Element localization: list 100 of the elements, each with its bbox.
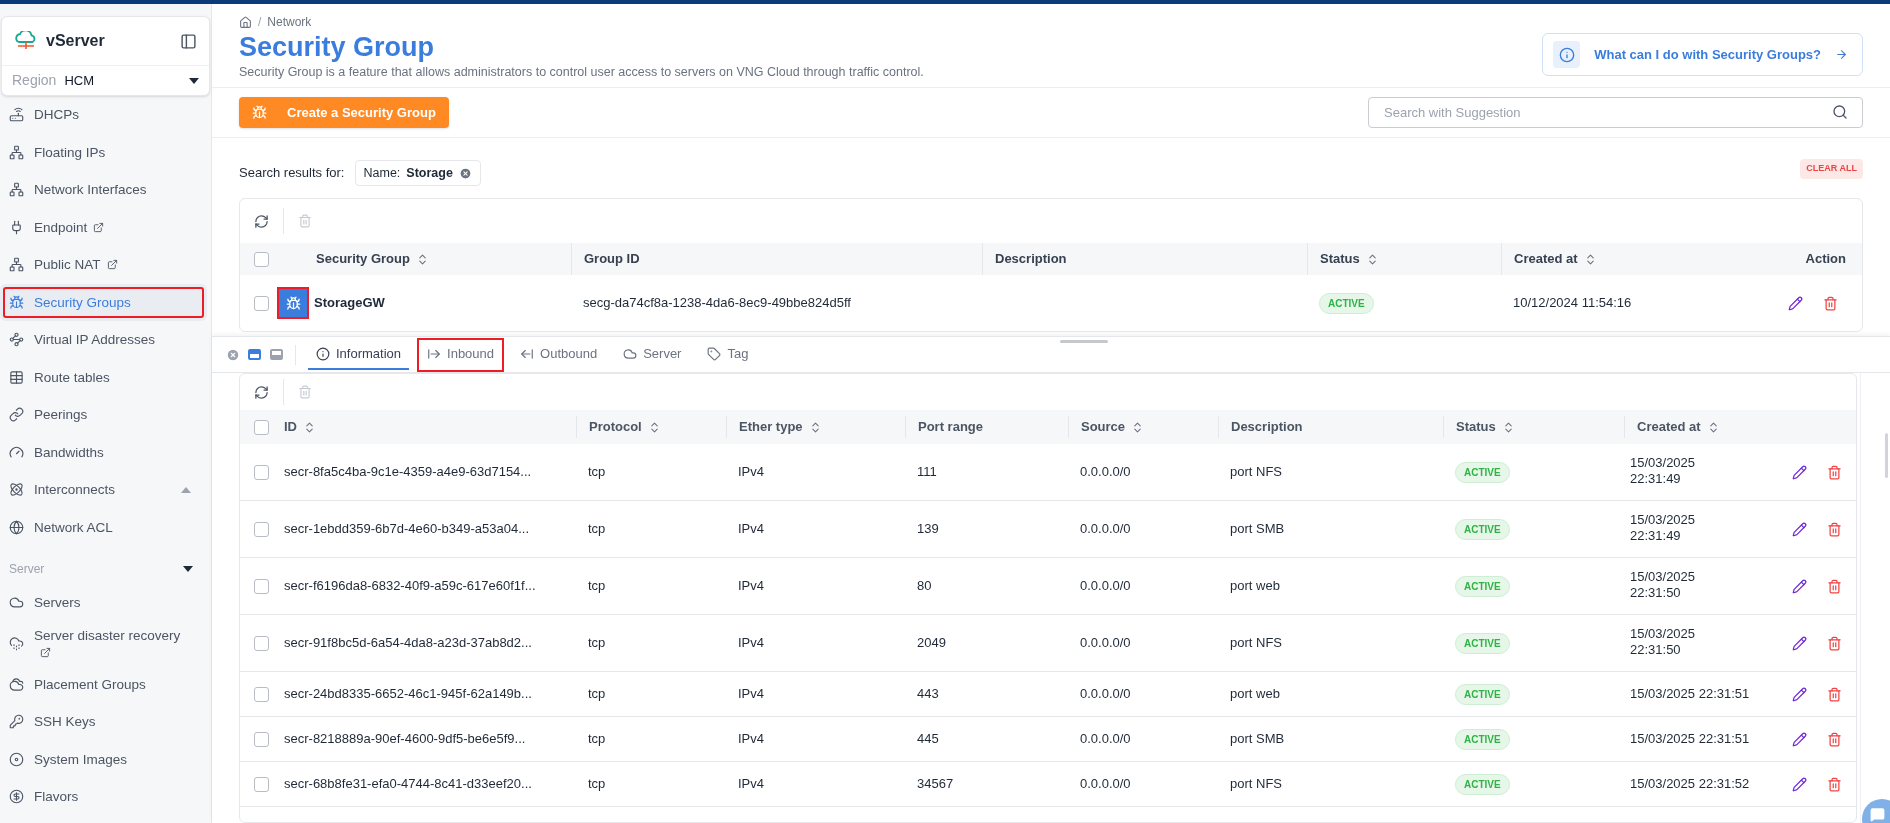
sidebar-item[interactable]: DHCPs <box>0 96 207 134</box>
breadcrumb-link[interactable]: Network <box>267 13 312 31</box>
edit-icon[interactable] <box>1792 686 1807 702</box>
table-cell: 0.0.0.0/0 <box>1080 578 1131 594</box>
sidebar-item[interactable]: Bandwidths <box>0 433 207 471</box>
checkbox[interactable] <box>254 251 269 267</box>
delete-icon[interactable] <box>1827 635 1842 651</box>
checkbox[interactable] <box>254 521 269 537</box>
sidebar-item[interactable]: Placement Groups <box>0 665 207 703</box>
delete-icon[interactable] <box>1827 578 1842 594</box>
sidebar-item[interactable]: Interconnects <box>0 471 207 509</box>
column-header[interactable]: Status <box>1456 417 1515 437</box>
edit-icon[interactable] <box>1792 464 1807 480</box>
tab[interactable]: Server <box>615 339 690 370</box>
column-header[interactable]: Source <box>1081 417 1145 437</box>
checkbox[interactable] <box>254 731 269 747</box>
tab[interactable]: Information <box>308 339 410 370</box>
status-badge: ACTIVE <box>1455 683 1510 705</box>
edit-icon[interactable] <box>1792 521 1807 537</box>
edit-icon[interactable] <box>1792 578 1807 594</box>
sidebar-item[interactable]: Servers <box>0 584 207 622</box>
sidebar-item[interactable]: Flavors <box>0 778 207 816</box>
globe-icon <box>9 519 24 535</box>
column-header[interactable]: Ether type <box>739 417 822 437</box>
column-header[interactable]: Group ID <box>584 249 640 269</box>
remove-icon[interactable] <box>458 166 472 180</box>
table-cell: 0.0.0.0/0 <box>1080 686 1131 702</box>
filter-chip[interactable]: Name: Storage <box>354 160 481 186</box>
sort-icon[interactable] <box>303 421 316 435</box>
tab[interactable]: Outbound <box>512 339 606 370</box>
resize-handle[interactable] <box>1060 340 1108 343</box>
sidebar-item[interactable]: Network Interfaces <box>0 171 207 209</box>
delete-icon[interactable] <box>1827 521 1842 537</box>
checkbox[interactable] <box>254 419 269 435</box>
dock-top-icon[interactable] <box>248 349 261 360</box>
column-header[interactable]: Created at <box>1514 249 1597 269</box>
home-icon[interactable] <box>239 15 252 29</box>
edit-icon[interactable] <box>1792 635 1807 651</box>
sidebar-item[interactable]: Peerings <box>0 396 207 434</box>
column-header[interactable]: Status <box>1320 249 1379 269</box>
sidebar-item[interactable]: SSH Keys <box>0 703 207 741</box>
atom-icon <box>9 482 24 498</box>
refresh-icon[interactable] <box>254 213 269 229</box>
delete-icon[interactable] <box>1827 776 1842 792</box>
table-cell: 445 <box>917 731 939 747</box>
caret-icon[interactable] <box>189 77 199 84</box>
region-select[interactable]: HCM <box>64 70 181 91</box>
tag-icon <box>707 346 722 361</box>
checkbox[interactable] <box>254 295 269 311</box>
scrollbar-thumb[interactable] <box>1885 433 1888 478</box>
tab[interactable]: Tag <box>699 339 757 370</box>
sidebar-item[interactable]: Security Groups <box>0 283 207 321</box>
sidebar-item[interactable]: Route tables <box>0 358 207 396</box>
column-header[interactable]: Port range <box>918 417 983 437</box>
checkbox[interactable] <box>254 635 269 651</box>
edit-icon[interactable] <box>1792 776 1807 792</box>
column-header[interactable]: Action <box>1805 249 1846 269</box>
sidebar-item[interactable]: Floating IPs <box>0 133 207 171</box>
table-cell: 10/12/2024 11:54:16 <box>1513 295 1632 311</box>
column-header[interactable]: Description <box>1231 417 1303 437</box>
sidebar-item[interactable]: Public NAT <box>0 246 207 284</box>
table-cell-text: 15/03/2025 22:31:49 <box>1630 455 1697 488</box>
sidebar-item[interactable]: Endpoint <box>0 208 207 246</box>
page-description: Security Group is a feature that allows administrators to control user access to servers on VNG Cloud through traffic control. <box>239 64 924 81</box>
table-cell: IPv4 <box>738 578 764 594</box>
delete-icon[interactable] <box>1827 731 1842 747</box>
page-title: Security Group <box>239 31 436 63</box>
checkbox[interactable] <box>254 776 269 792</box>
help-link[interactable]: What can I do with Security Groups? <box>1542 33 1863 76</box>
column-header[interactable]: Protocol <box>589 417 661 437</box>
collapse-sidebar-icon[interactable] <box>180 32 197 50</box>
close-icon[interactable] <box>226 347 240 362</box>
dock-bottom-icon[interactable] <box>270 349 283 360</box>
delete-icon[interactable] <box>1827 686 1842 702</box>
edit-icon[interactable] <box>1792 731 1807 747</box>
delete-icon[interactable] <box>1823 295 1838 311</box>
search-field[interactable]: Search with Suggestion <box>1368 97 1863 128</box>
waypoints-icon <box>9 332 24 348</box>
column-header[interactable]: Description <box>995 249 1067 269</box>
table-cell[interactable]: StorageGW <box>314 293 385 313</box>
status-badge: ACTIVE <box>1455 632 1510 654</box>
sidebar-item[interactable]: Network ACL <box>0 508 207 546</box>
table-cell: 34567 <box>917 776 954 792</box>
table-cell: port web <box>1230 578 1280 594</box>
sidebar-item[interactable]: System Images <box>0 740 207 778</box>
search-icon[interactable] <box>1832 104 1848 120</box>
column-header[interactable]: Created at <box>1637 417 1720 437</box>
column-header[interactable]: ID <box>284 417 316 437</box>
edit-icon[interactable] <box>1788 295 1803 311</box>
checkbox[interactable] <box>254 464 269 480</box>
sidebar-item[interactable]: Server disaster recovery <box>0 621 207 666</box>
tab[interactable]: Inbound <box>419 339 503 370</box>
checkbox[interactable] <box>254 578 269 594</box>
sidebar-item[interactable]: Virtual IP Addresses <box>0 321 207 359</box>
caret-icon[interactable] <box>183 566 193 572</box>
checkbox[interactable] <box>254 686 269 702</box>
refresh-icon[interactable] <box>254 384 269 400</box>
table-cell: tcp <box>588 578 606 594</box>
column-header[interactable]: Security Group <box>316 249 429 269</box>
delete-icon[interactable] <box>1827 464 1842 480</box>
